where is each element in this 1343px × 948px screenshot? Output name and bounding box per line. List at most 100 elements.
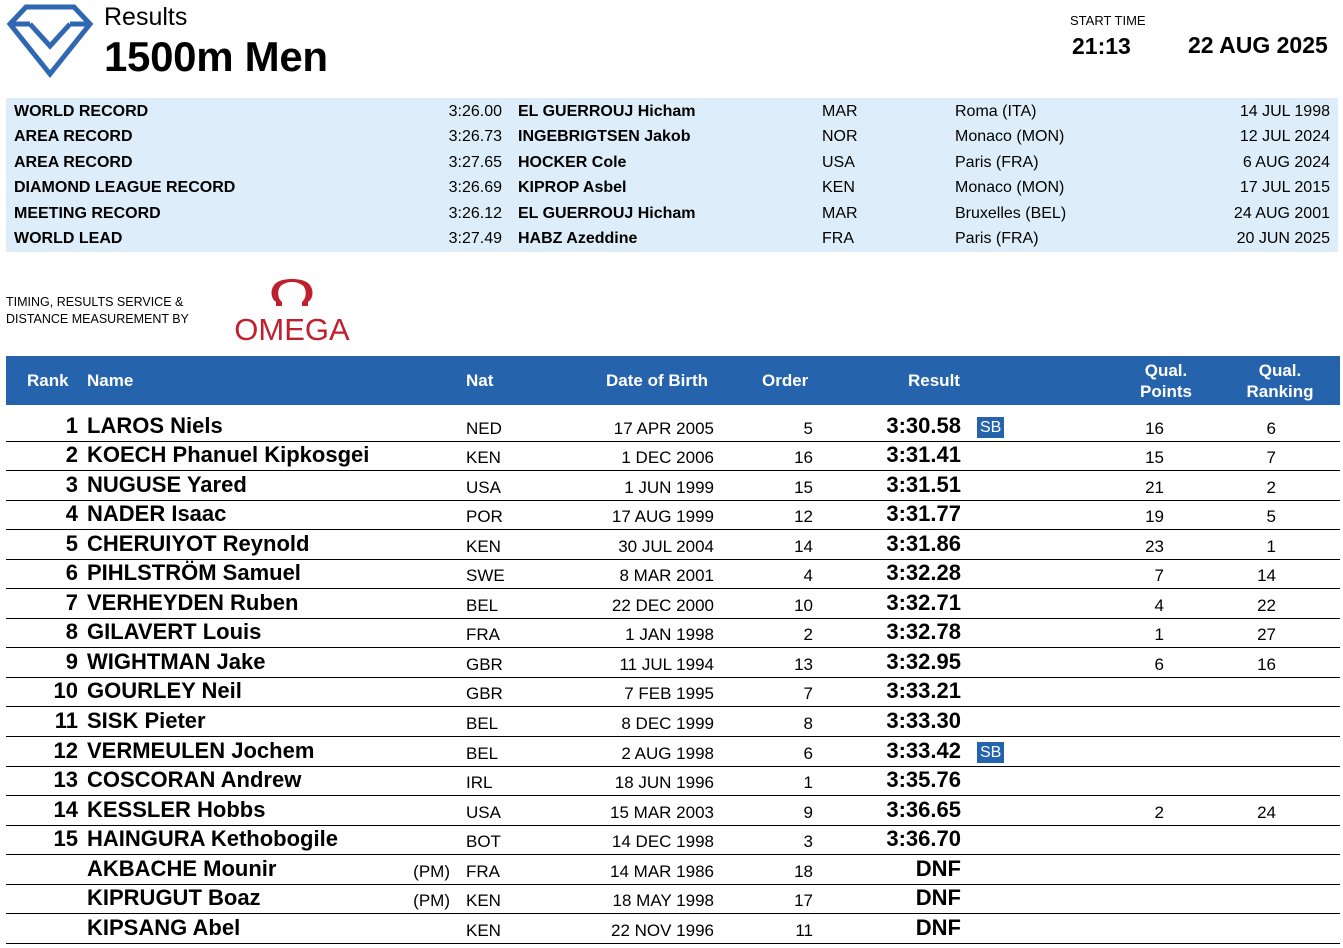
result-qual-ranking: 7 — [1266, 448, 1276, 468]
result-qual-points: 23 — [1145, 536, 1164, 556]
record-date: 17 JUL 2015 — [1239, 179, 1330, 197]
result-order: 15 — [794, 477, 813, 497]
result-rank: 9 — [65, 648, 78, 674]
result-result: 3:32.28 — [886, 560, 961, 586]
result-dob: 14 MAR 1986 — [610, 861, 714, 881]
result-qual-points: 15 — [1145, 448, 1164, 468]
result-order: 14 — [794, 536, 813, 556]
record-type: AREA RECORD — [14, 153, 133, 171]
result-qual-points: 19 — [1145, 507, 1164, 527]
result-name: GILAVERT Louis — [87, 619, 262, 645]
result-rank: 5 — [65, 530, 78, 556]
result-result: 3:36.65 — [886, 796, 961, 822]
record-nat: FRA — [822, 230, 854, 247]
result-nat: FRA — [466, 625, 500, 645]
result-nat: USA — [466, 802, 501, 822]
result-order: 10 — [794, 595, 813, 615]
records-table: WORLD RECORD 3:26.00 EL GUERROUJ Hicham MAR… — [6, 98, 1338, 252]
result-rank: 6 — [65, 560, 78, 586]
result-row: 13 COSCORAN Andrew IRL 18 JUN 1996 1 3:35.76 — [6, 767, 1340, 797]
record-venue: Paris (FRA) — [955, 230, 1039, 247]
result-dob: 1 JAN 1998 — [625, 625, 714, 645]
result-row: 2 KOECH Phanuel Kipkosgei KEN 1 DEC 2006 16 3… — [6, 442, 1340, 472]
record-date: 12 JUL 2024 — [1239, 128, 1330, 146]
result-nat: USA — [466, 477, 501, 497]
result-order: 11 — [795, 920, 813, 940]
col-qual-points: Qual. Points — [1136, 360, 1196, 402]
record-mark: 3:26.12 — [448, 204, 502, 222]
result-dob: 18 MAY 1998 — [612, 891, 714, 911]
result-result: 3:30.58 — [886, 412, 961, 438]
result-order: 13 — [794, 654, 813, 674]
result-dob: 14 DEC 1998 — [611, 832, 714, 852]
result-qual-ranking: 2 — [1266, 477, 1276, 497]
record-venue: Monaco (MON) — [955, 179, 1065, 197]
results-table-header: Rank Name Nat Date of Birth Order Result… — [6, 356, 1340, 405]
result-name: CHERUIYOT Reynold — [87, 530, 310, 556]
result-result: 3:31.51 — [886, 471, 961, 497]
result-row: 7 VERHEYDEN Ruben BEL 22 DEC 2000 10 3:32.71 4… — [6, 589, 1340, 619]
result-qual-points: 7 — [1154, 566, 1164, 586]
record-type: MEETING RECORD — [14, 204, 161, 222]
record-nat: NOR — [822, 128, 858, 146]
result-row: 6 PIHLSTRÖM Samuel SWE 8 MAR 2001 4 3:32.28 7 1… — [6, 560, 1340, 590]
col-qual-points-line-2: Points — [1140, 382, 1192, 401]
record-nat: MAR — [822, 204, 858, 222]
record-mark: 3:26.73 — [448, 128, 502, 146]
result-rank: 12 — [53, 737, 78, 763]
result-nat: BOT — [466, 832, 501, 852]
result-qual-points: 2 — [1154, 802, 1164, 822]
result-row: 15 HAINGURA Kethobogile BOT 14 DEC 1998 3 3:3… — [6, 826, 1340, 856]
season-best-badge: SB — [977, 416, 1005, 438]
result-rank: 14 — [53, 796, 78, 822]
result-dob: 17 APR 2005 — [613, 418, 714, 438]
result-row: 11 SISK Pieter BEL 8 DEC 1999 8 3:33.30 — [6, 707, 1340, 738]
result-name: COSCORAN Andrew — [87, 767, 302, 793]
result-name: LAROS Niels — [87, 412, 223, 438]
record-date: 14 JUL 1998 — [1239, 103, 1330, 120]
result-nat: GBR — [466, 654, 503, 674]
record-name: HABZ Azeddine — [518, 230, 638, 247]
result-qual-points: 16 — [1145, 418, 1164, 438]
result-rank: 11 — [54, 708, 78, 734]
result-nat: IRL — [466, 773, 493, 793]
result-qual-ranking: 22 — [1257, 595, 1276, 615]
result-dob: 11 JUL 1994 — [619, 654, 714, 674]
col-qual-ranking-line-2: Ranking — [1246, 382, 1314, 401]
result-name: GOURLEY Neil — [87, 678, 242, 704]
omega-wordmark: OMEGA — [234, 312, 350, 346]
result-result: 3:32.78 — [886, 619, 961, 645]
result-qual-ranking: 5 — [1266, 507, 1276, 527]
result-pm: (PM) — [413, 891, 450, 911]
result-rank: 15 — [53, 826, 78, 852]
result-row: 3 NUGUSE Yared USA 1 JUN 1999 15 3:31.51 21 2 — [6, 471, 1340, 501]
record-nat: KEN — [822, 179, 855, 197]
record-row: DIAMOND LEAGUE RECORD 3:26.69 KIPROP Asbel… — [6, 175, 1338, 200]
result-order: 6 — [803, 743, 813, 763]
result-name: KESSLER Hobbs — [87, 796, 266, 822]
col-name: Name — [87, 371, 134, 390]
result-pm: (PM) — [413, 861, 450, 881]
result-dob: 1 JUN 1999 — [624, 477, 714, 497]
result-qual-ranking: 27 — [1257, 625, 1276, 645]
start-time: 21:13 — [1072, 33, 1131, 59]
result-nat: POR — [466, 507, 503, 527]
record-name: HOCKER Cole — [518, 153, 627, 171]
record-venue: Bruxelles (BEL) — [955, 204, 1067, 222]
result-row: 10 GOURLEY Neil GBR 7 FEB 1995 7 3:33.21 — [6, 678, 1340, 708]
result-rank: 3 — [65, 471, 78, 497]
result-order: 17 — [794, 891, 813, 911]
col-result: Result — [908, 371, 960, 390]
record-nat: MAR — [822, 103, 858, 120]
record-name: KIPROP Asbel — [518, 179, 627, 197]
timing-credit: TIMING, RESULTS SERVICE & DISTANCE MEASU… — [6, 294, 189, 328]
record-venue: Paris (FRA) — [955, 153, 1039, 171]
result-rank: 2 — [65, 442, 78, 468]
record-row: WORLD LEAD 3:27.49 HABZ Azeddine FRA Paris (… — [6, 226, 1338, 251]
record-name: INGEBRIGTSEN Jakob — [518, 128, 691, 146]
result-nat: GBR — [466, 684, 503, 704]
result-order: 7 — [803, 684, 813, 704]
record-date: 6 AUG 2024 — [1242, 153, 1330, 171]
result-row: 9 WIGHTMAN Jake GBR 11 JUL 1994 13 3:32.95 6 16 — [6, 648, 1340, 678]
record-venue: Monaco (MON) — [955, 128, 1065, 146]
